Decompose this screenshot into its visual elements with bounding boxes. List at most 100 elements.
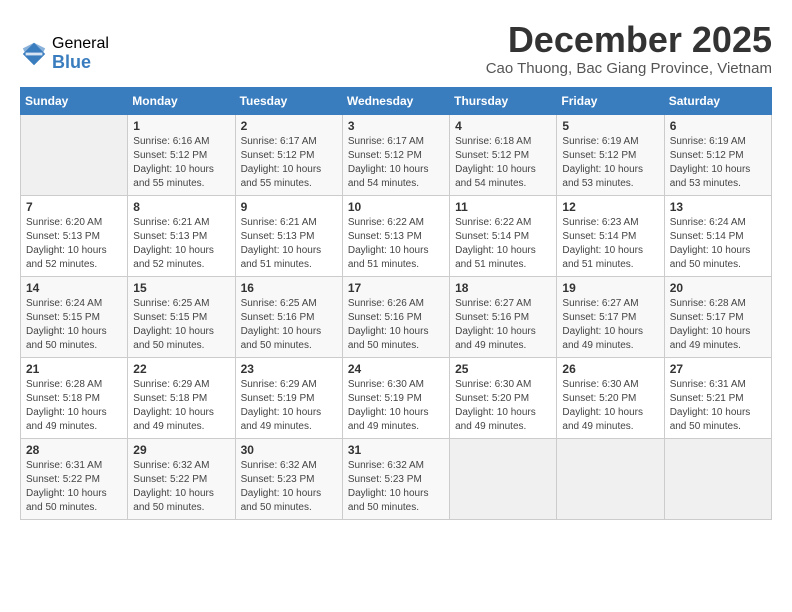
day-number: 12 bbox=[562, 200, 658, 214]
day-info: Sunrise: 6:30 AM Sunset: 5:20 PM Dayligh… bbox=[455, 378, 551, 434]
calendar-cell: 30 Sunrise: 6:32 AM Sunset: 5:23 PM Dayl… bbox=[235, 438, 342, 519]
day-info: Sunrise: 6:32 AM Sunset: 5:23 PM Dayligh… bbox=[348, 459, 444, 515]
daylight-text: Daylight: 10 hours and 50 minutes. bbox=[348, 325, 444, 353]
calendar-week-5: 28 Sunrise: 6:31 AM Sunset: 5:22 PM Dayl… bbox=[21, 438, 772, 519]
sunset-text: Sunset: 5:23 PM bbox=[241, 473, 337, 487]
day-number: 25 bbox=[455, 362, 551, 376]
calendar-cell: 24 Sunrise: 6:30 AM Sunset: 5:19 PM Dayl… bbox=[342, 357, 449, 438]
month-title: December 2025 bbox=[109, 20, 772, 60]
calendar-cell: 23 Sunrise: 6:29 AM Sunset: 5:19 PM Dayl… bbox=[235, 357, 342, 438]
day-info: Sunrise: 6:30 AM Sunset: 5:19 PM Dayligh… bbox=[348, 378, 444, 434]
day-number: 30 bbox=[241, 443, 337, 457]
sunset-text: Sunset: 5:17 PM bbox=[562, 311, 658, 325]
calendar-cell bbox=[21, 114, 128, 195]
sunset-text: Sunset: 5:16 PM bbox=[241, 311, 337, 325]
day-info: Sunrise: 6:25 AM Sunset: 5:15 PM Dayligh… bbox=[133, 297, 229, 353]
day-info: Sunrise: 6:31 AM Sunset: 5:21 PM Dayligh… bbox=[670, 378, 766, 434]
sunset-text: Sunset: 5:12 PM bbox=[562, 149, 658, 163]
sunset-text: Sunset: 5:16 PM bbox=[455, 311, 551, 325]
sunset-text: Sunset: 5:22 PM bbox=[133, 473, 229, 487]
daylight-text: Daylight: 10 hours and 49 minutes. bbox=[348, 406, 444, 434]
calendar-cell: 25 Sunrise: 6:30 AM Sunset: 5:20 PM Dayl… bbox=[450, 357, 557, 438]
day-info: Sunrise: 6:21 AM Sunset: 5:13 PM Dayligh… bbox=[241, 216, 337, 272]
daylight-text: Daylight: 10 hours and 50 minutes. bbox=[26, 487, 122, 515]
weekday-header-sunday: Sunday bbox=[21, 87, 128, 114]
sunrise-text: Sunrise: 6:16 AM bbox=[133, 135, 229, 149]
day-info: Sunrise: 6:25 AM Sunset: 5:16 PM Dayligh… bbox=[241, 297, 337, 353]
logo-icon bbox=[20, 40, 48, 68]
calendar-cell: 27 Sunrise: 6:31 AM Sunset: 5:21 PM Dayl… bbox=[664, 357, 771, 438]
calendar-cell: 22 Sunrise: 6:29 AM Sunset: 5:18 PM Dayl… bbox=[128, 357, 235, 438]
sunset-text: Sunset: 5:19 PM bbox=[348, 392, 444, 406]
calendar-cell: 8 Sunrise: 6:21 AM Sunset: 5:13 PM Dayli… bbox=[128, 195, 235, 276]
day-info: Sunrise: 6:18 AM Sunset: 5:12 PM Dayligh… bbox=[455, 135, 551, 191]
day-number: 1 bbox=[133, 119, 229, 133]
sunset-text: Sunset: 5:16 PM bbox=[348, 311, 444, 325]
day-number: 18 bbox=[455, 281, 551, 295]
daylight-text: Daylight: 10 hours and 49 minutes. bbox=[670, 325, 766, 353]
day-number: 11 bbox=[455, 200, 551, 214]
sunrise-text: Sunrise: 6:25 AM bbox=[241, 297, 337, 311]
day-number: 19 bbox=[562, 281, 658, 295]
day-info: Sunrise: 6:22 AM Sunset: 5:14 PM Dayligh… bbox=[455, 216, 551, 272]
daylight-text: Daylight: 10 hours and 55 minutes. bbox=[241, 163, 337, 191]
day-info: Sunrise: 6:27 AM Sunset: 5:16 PM Dayligh… bbox=[455, 297, 551, 353]
sunrise-text: Sunrise: 6:30 AM bbox=[455, 378, 551, 392]
weekday-header-friday: Friday bbox=[557, 87, 664, 114]
sunrise-text: Sunrise: 6:26 AM bbox=[348, 297, 444, 311]
sunrise-text: Sunrise: 6:25 AM bbox=[133, 297, 229, 311]
sunrise-text: Sunrise: 6:17 AM bbox=[348, 135, 444, 149]
calendar-cell: 1 Sunrise: 6:16 AM Sunset: 5:12 PM Dayli… bbox=[128, 114, 235, 195]
calendar-cell: 9 Sunrise: 6:21 AM Sunset: 5:13 PM Dayli… bbox=[235, 195, 342, 276]
day-info: Sunrise: 6:17 AM Sunset: 5:12 PM Dayligh… bbox=[348, 135, 444, 191]
calendar-cell: 28 Sunrise: 6:31 AM Sunset: 5:22 PM Dayl… bbox=[21, 438, 128, 519]
calendar-cell bbox=[557, 438, 664, 519]
daylight-text: Daylight: 10 hours and 49 minutes. bbox=[241, 406, 337, 434]
sunrise-text: Sunrise: 6:28 AM bbox=[670, 297, 766, 311]
sunrise-text: Sunrise: 6:24 AM bbox=[670, 216, 766, 230]
day-info: Sunrise: 6:30 AM Sunset: 5:20 PM Dayligh… bbox=[562, 378, 658, 434]
sunset-text: Sunset: 5:18 PM bbox=[133, 392, 229, 406]
sunset-text: Sunset: 5:23 PM bbox=[348, 473, 444, 487]
day-number: 31 bbox=[348, 443, 444, 457]
calendar-cell: 20 Sunrise: 6:28 AM Sunset: 5:17 PM Dayl… bbox=[664, 276, 771, 357]
day-number: 26 bbox=[562, 362, 658, 376]
location-title: Cao Thuong, Bac Giang Province, Vietnam bbox=[109, 60, 772, 77]
day-number: 24 bbox=[348, 362, 444, 376]
daylight-text: Daylight: 10 hours and 51 minutes. bbox=[348, 244, 444, 272]
calendar-cell: 3 Sunrise: 6:17 AM Sunset: 5:12 PM Dayli… bbox=[342, 114, 449, 195]
sunrise-text: Sunrise: 6:24 AM bbox=[26, 297, 122, 311]
calendar-week-3: 14 Sunrise: 6:24 AM Sunset: 5:15 PM Dayl… bbox=[21, 276, 772, 357]
sunrise-text: Sunrise: 6:32 AM bbox=[133, 459, 229, 473]
daylight-text: Daylight: 10 hours and 50 minutes. bbox=[670, 244, 766, 272]
daylight-text: Daylight: 10 hours and 50 minutes. bbox=[26, 325, 122, 353]
calendar-cell: 14 Sunrise: 6:24 AM Sunset: 5:15 PM Dayl… bbox=[21, 276, 128, 357]
sunset-text: Sunset: 5:15 PM bbox=[133, 311, 229, 325]
day-info: Sunrise: 6:17 AM Sunset: 5:12 PM Dayligh… bbox=[241, 135, 337, 191]
calendar-cell: 19 Sunrise: 6:27 AM Sunset: 5:17 PM Dayl… bbox=[557, 276, 664, 357]
header-right: December 2025 Cao Thuong, Bac Giang Prov… bbox=[109, 20, 772, 77]
sunset-text: Sunset: 5:12 PM bbox=[241, 149, 337, 163]
calendar-table: SundayMondayTuesdayWednesdayThursdayFrid… bbox=[20, 87, 772, 520]
sunset-text: Sunset: 5:12 PM bbox=[133, 149, 229, 163]
daylight-text: Daylight: 10 hours and 54 minutes. bbox=[348, 163, 444, 191]
sunrise-text: Sunrise: 6:17 AM bbox=[241, 135, 337, 149]
day-info: Sunrise: 6:29 AM Sunset: 5:18 PM Dayligh… bbox=[133, 378, 229, 434]
sunset-text: Sunset: 5:14 PM bbox=[562, 230, 658, 244]
day-number: 17 bbox=[348, 281, 444, 295]
sunset-text: Sunset: 5:20 PM bbox=[455, 392, 551, 406]
day-number: 28 bbox=[26, 443, 122, 457]
day-info: Sunrise: 6:24 AM Sunset: 5:15 PM Dayligh… bbox=[26, 297, 122, 353]
calendar-cell: 13 Sunrise: 6:24 AM Sunset: 5:14 PM Dayl… bbox=[664, 195, 771, 276]
sunset-text: Sunset: 5:19 PM bbox=[241, 392, 337, 406]
calendar-cell: 7 Sunrise: 6:20 AM Sunset: 5:13 PM Dayli… bbox=[21, 195, 128, 276]
daylight-text: Daylight: 10 hours and 53 minutes. bbox=[670, 163, 766, 191]
day-info: Sunrise: 6:26 AM Sunset: 5:16 PM Dayligh… bbox=[348, 297, 444, 353]
sunset-text: Sunset: 5:14 PM bbox=[455, 230, 551, 244]
sunrise-text: Sunrise: 6:32 AM bbox=[241, 459, 337, 473]
calendar-cell: 10 Sunrise: 6:22 AM Sunset: 5:13 PM Dayl… bbox=[342, 195, 449, 276]
calendar-cell: 4 Sunrise: 6:18 AM Sunset: 5:12 PM Dayli… bbox=[450, 114, 557, 195]
calendar-body: 1 Sunrise: 6:16 AM Sunset: 5:12 PM Dayli… bbox=[21, 114, 772, 519]
day-number: 23 bbox=[241, 362, 337, 376]
daylight-text: Daylight: 10 hours and 49 minutes. bbox=[455, 325, 551, 353]
